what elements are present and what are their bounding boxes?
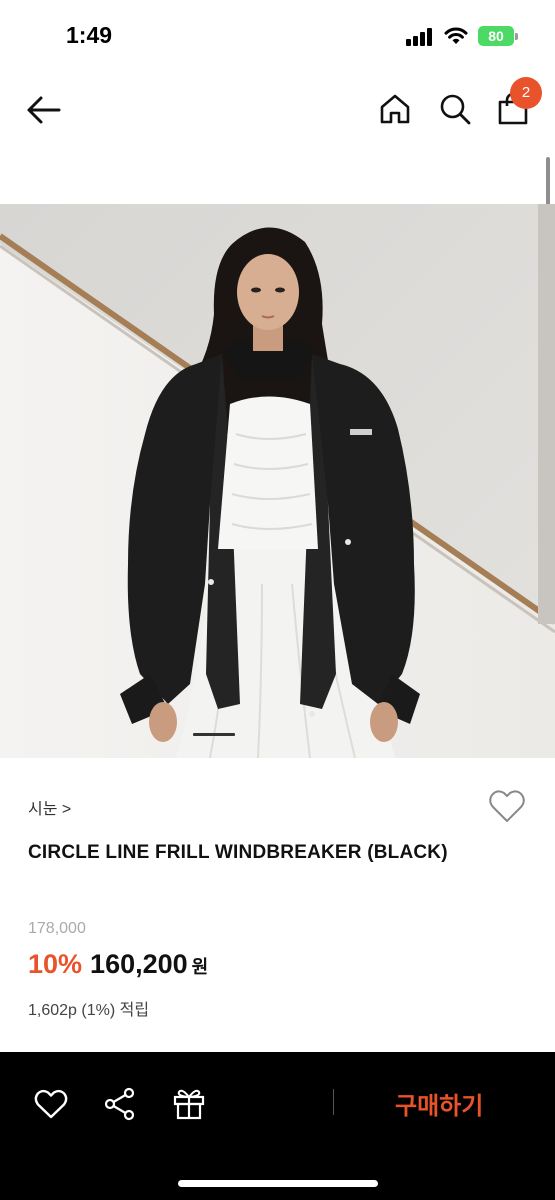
product-name: CIRCLE LINE FRILL WINDBREAKER (BLACK)	[28, 842, 448, 863]
bottom-action-bar	[0, 1052, 555, 1200]
original-price: 178,000	[28, 920, 86, 937]
home-icon[interactable]	[378, 92, 412, 126]
price-row: 10% 160,200 원	[28, 949, 208, 983]
currency-unit: 원	[191, 957, 209, 977]
heart-icon[interactable]	[34, 1088, 68, 1120]
heart-icon[interactable]	[488, 788, 526, 824]
discount-rate: 10%	[28, 949, 83, 979]
carousel-indicator	[193, 733, 235, 736]
status-time: 1:49	[66, 22, 113, 48]
cart-count-badge: 2	[510, 77, 542, 109]
top-navigation	[0, 70, 555, 150]
product-image[interactable]	[0, 204, 555, 758]
sale-price: 160,200	[90, 949, 188, 979]
home-indicator	[178, 1180, 378, 1187]
bottom-bar-divider	[333, 1089, 334, 1115]
brand-link[interactable]: 시눈 >	[28, 795, 71, 819]
battery-icon: 80	[478, 26, 518, 46]
product-detail-page: 1:49 80 2 시눈 > CIRCLE LINE FRILL WINDBRE…	[0, 0, 555, 1200]
signal-icon	[406, 28, 434, 46]
status-bar: 1:49 80	[0, 0, 555, 70]
arrow-left-icon[interactable]	[24, 93, 62, 127]
reward-points: 1,602p (1%) 적립	[28, 1002, 150, 1019]
product-photo	[0, 204, 555, 758]
buy-button[interactable]: 구매하기	[395, 1086, 483, 1121]
share-icon[interactable]	[104, 1087, 136, 1121]
wifi-icon	[444, 27, 468, 44]
gift-icon[interactable]	[172, 1086, 206, 1120]
search-icon[interactable]	[438, 92, 472, 126]
battery-level: 80	[488, 28, 504, 44]
